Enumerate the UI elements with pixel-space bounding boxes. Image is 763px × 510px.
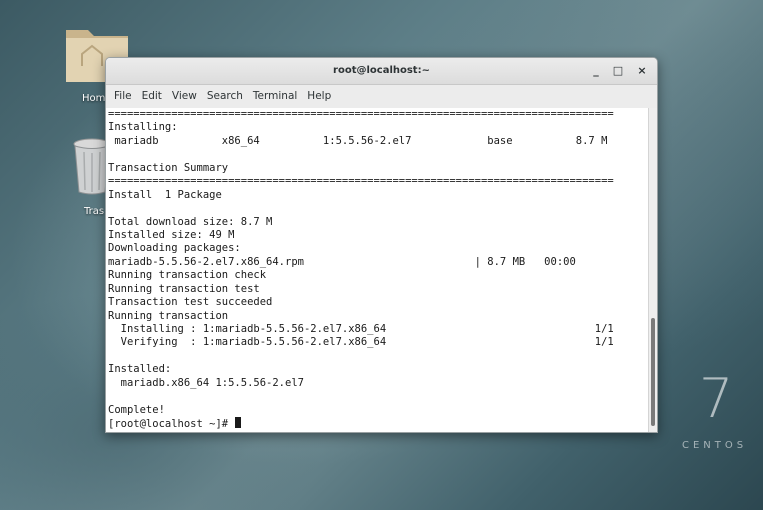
terminal-line: Verifying : 1:mariadb-5.5.56-2.el7.x86_6… bbox=[108, 336, 614, 349]
shell-prompt: [root@localhost ~]# bbox=[108, 418, 235, 431]
terminal-line: mariadb.x86_64 1:5.5.56-2.el7 bbox=[108, 376, 304, 389]
terminal-line: mariadb x86_64 1:5.5.56-2.el7 base 8.7 M bbox=[108, 134, 608, 147]
terminal-text: ========================================… bbox=[106, 108, 648, 431]
menu-search[interactable]: Search bbox=[202, 85, 248, 108]
trash-label: Tras bbox=[84, 206, 105, 217]
menu-bar: File Edit View Search Terminal Help bbox=[106, 85, 657, 109]
terminal-line: Complete! bbox=[108, 403, 165, 416]
terminal-line: Transaction test succeeded bbox=[108, 296, 273, 309]
text-cursor bbox=[235, 417, 242, 429]
terminal-output[interactable]: ========================================… bbox=[106, 108, 648, 432]
terminal-line: Installing: bbox=[108, 121, 178, 134]
terminal-line: Total download size: 8.7 M bbox=[108, 215, 273, 228]
minimize-button[interactable]: _ bbox=[587, 62, 605, 80]
terminal-prompt-line[interactable]: [root@localhost ~]# bbox=[108, 417, 648, 430]
menu-edit[interactable]: Edit bbox=[137, 85, 167, 108]
centos-logo-number: 7 bbox=[699, 367, 734, 430]
terminal-line: mariadb-5.5.56-2.el7.x86_64.rpm | 8.7 MB… bbox=[108, 255, 576, 268]
terminal-line: Transaction Summary bbox=[108, 161, 229, 174]
terminal-line: ========================================… bbox=[108, 175, 614, 188]
menu-help[interactable]: Help bbox=[302, 85, 336, 108]
maximize-button[interactable]: □ bbox=[609, 62, 627, 80]
terminal-line: Installing : 1:mariadb-5.5.56-2.el7.x86_… bbox=[108, 323, 614, 335]
centos-logo-word: CENTOS bbox=[682, 440, 748, 451]
home-folder-label: Hom bbox=[82, 93, 106, 104]
terminal-line: Running transaction bbox=[108, 309, 229, 322]
terminal-line: Install 1 Package bbox=[108, 188, 222, 201]
terminal-line: Installed: bbox=[108, 363, 172, 376]
terminal-line: Downloading packages: bbox=[108, 242, 241, 255]
scrollbar-thumb[interactable] bbox=[651, 318, 655, 426]
terminal-line: Running transaction test bbox=[108, 282, 260, 295]
terminal-line: Running transaction check bbox=[108, 269, 267, 282]
menu-view[interactable]: View bbox=[167, 85, 202, 108]
window-title: root@localhost:~ bbox=[333, 65, 430, 76]
terminal-window[interactable]: root@localhost:~ _ □ × File Edit View Se… bbox=[105, 57, 658, 433]
menu-file[interactable]: File bbox=[109, 85, 137, 108]
close-button[interactable]: × bbox=[633, 62, 651, 80]
terminal-line: ========================================… bbox=[108, 108, 614, 120]
menu-terminal[interactable]: Terminal bbox=[248, 85, 302, 108]
terminal-scrollbar[interactable] bbox=[648, 108, 657, 432]
window-titlebar[interactable]: root@localhost:~ _ □ × bbox=[106, 58, 657, 85]
terminal-line: Installed size: 49 M bbox=[108, 228, 235, 241]
